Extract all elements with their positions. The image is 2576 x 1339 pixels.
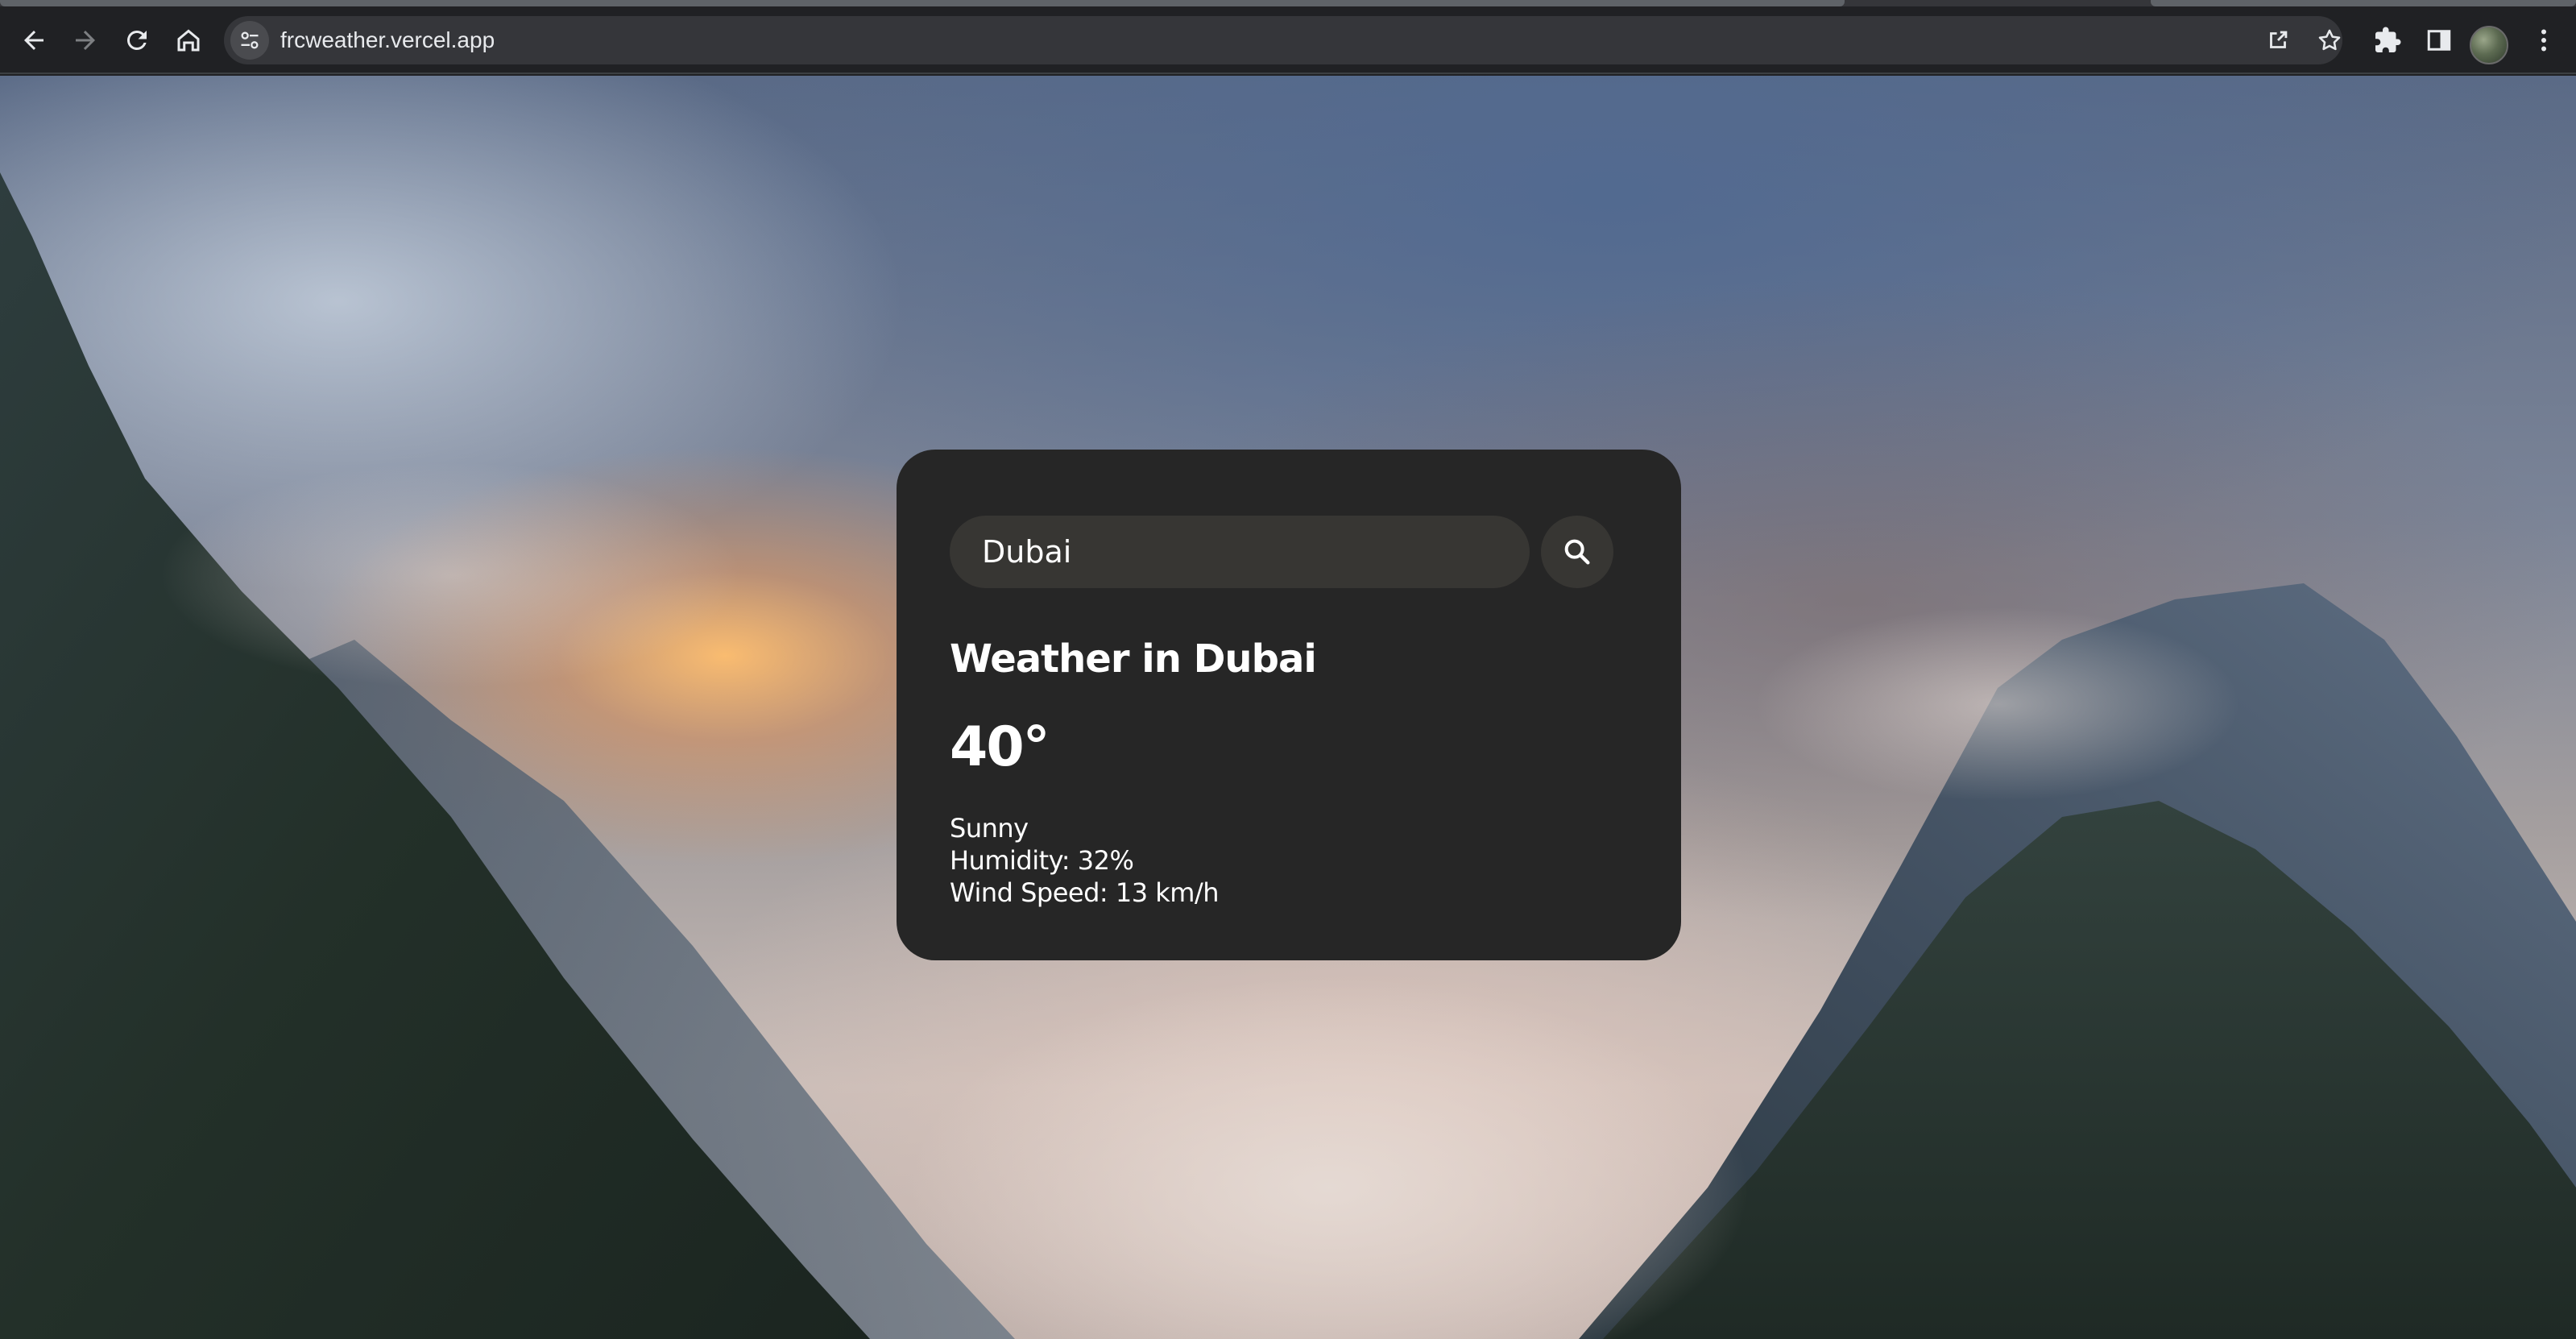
- page-viewport: Weather in Dubai 40° Sunny Humidity: 32%…: [0, 76, 2576, 1339]
- magnifier-icon: [1564, 539, 1590, 565]
- city-search-input[interactable]: [950, 516, 1530, 588]
- forward-button[interactable]: [63, 18, 108, 63]
- home-icon: [177, 29, 200, 52]
- temperature-value: 40°: [950, 715, 1050, 779]
- share-icon: [2270, 31, 2288, 48]
- kebab-menu-icon: [2541, 29, 2546, 52]
- star-icon: [2318, 29, 2341, 51]
- bookmark-button[interactable]: [2310, 21, 2349, 60]
- menu-button[interactable]: [2521, 18, 2566, 63]
- share-button[interactable]: [2259, 21, 2297, 60]
- side-panel-button[interactable]: [2417, 18, 2462, 63]
- puzzle-icon: [2375, 27, 2401, 52]
- tune-icon: [241, 31, 259, 49]
- extensions-button[interactable]: [2365, 18, 2410, 63]
- back-button[interactable]: [11, 18, 56, 63]
- browser-toolbar: frcweather.vercel.app: [0, 6, 2576, 74]
- address-bar[interactable]: frcweather.vercel.app: [224, 16, 2342, 64]
- url-text[interactable]: frcweather.vercel.app: [280, 16, 495, 64]
- weather-title: Weather in Dubai: [950, 636, 1317, 682]
- home-button[interactable]: [166, 18, 211, 63]
- profile-avatar[interactable]: [2470, 26, 2508, 64]
- weather-description: Sunny: [950, 813, 1029, 844]
- search-button[interactable]: [1541, 516, 1613, 588]
- arrow-right-icon: [76, 31, 95, 50]
- reload-icon: [126, 30, 147, 50]
- tab-indicator: [0, 0, 1845, 6]
- side-panel-icon: [2427, 30, 2451, 51]
- reload-button[interactable]: [114, 18, 159, 63]
- tab-indicator: [2151, 0, 2576, 6]
- site-info-button[interactable]: [230, 21, 269, 60]
- weather-card: Weather in Dubai 40° Sunny Humidity: 32%…: [897, 450, 1681, 960]
- wind-speed-text: Wind Speed: 13 km/h: [950, 877, 1220, 908]
- arrow-left-icon: [24, 31, 43, 50]
- humidity-text: Humidity: 32%: [950, 845, 1134, 876]
